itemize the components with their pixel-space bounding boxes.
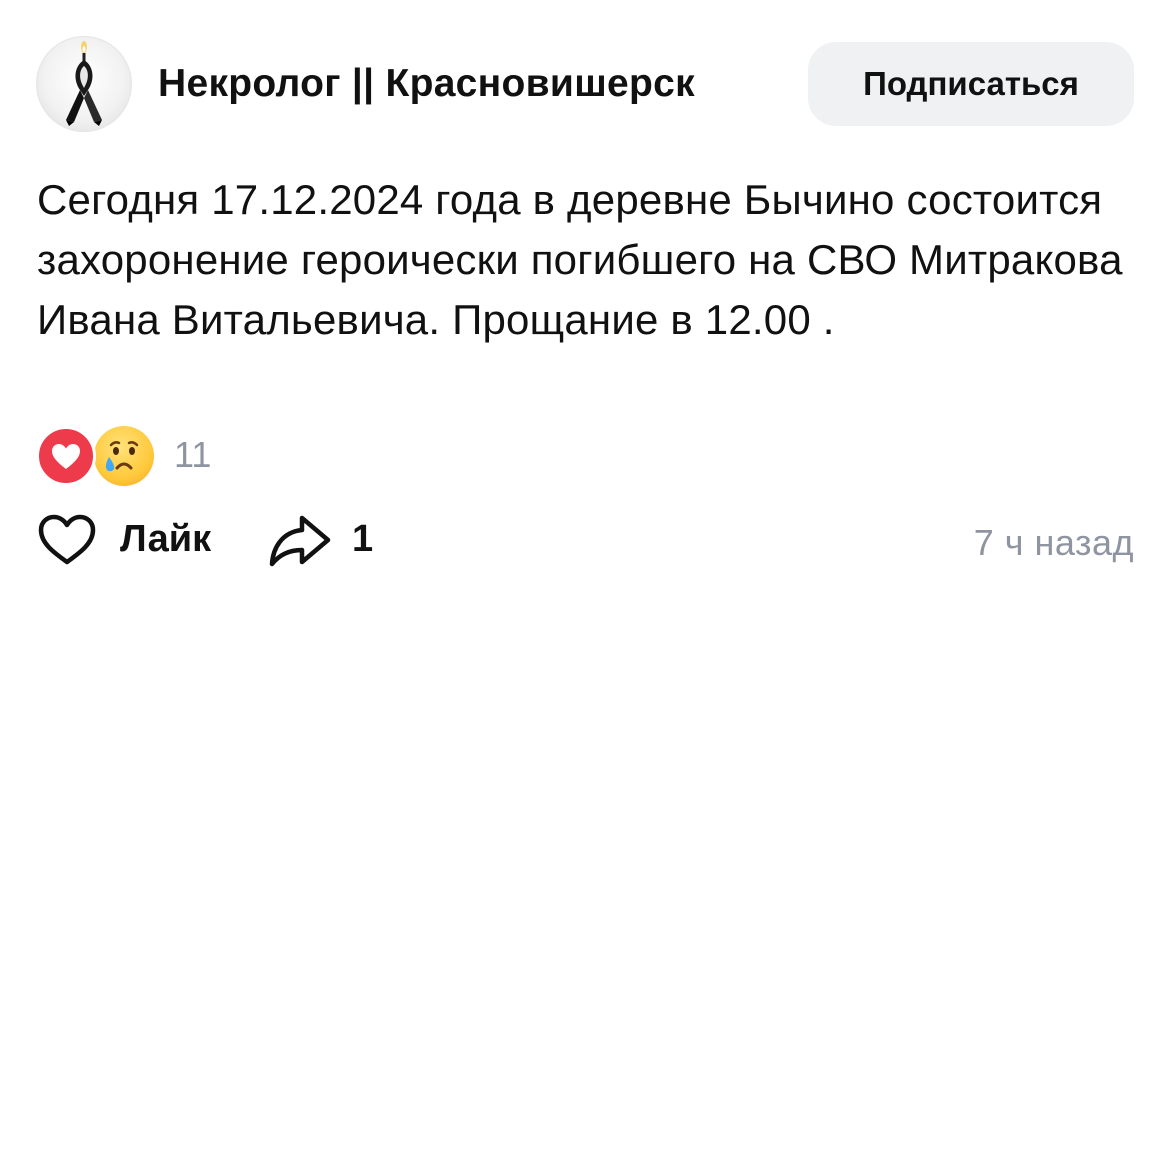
crying-reaction	[94, 426, 154, 486]
heart-icon	[52, 444, 80, 469]
post-text: Сегодня 17.12.2024 года в деревне Бычино…	[37, 176, 1123, 343]
like-button[interactable]: Лайк	[120, 518, 211, 561]
share-arrow-icon[interactable]	[268, 512, 332, 568]
post-header: Некролог || Красновишерск Подписаться	[36, 36, 1134, 132]
post-actions: Лайк 1 7 ч назад	[36, 512, 1134, 572]
subscribe-button[interactable]: Подписаться	[808, 42, 1134, 126]
channel-avatar[interactable]	[36, 36, 132, 132]
channel-name[interactable]: Некролог || Красновишерск	[158, 62, 695, 106]
heart-outline-icon[interactable]	[36, 512, 98, 568]
reaction-count: 11	[174, 434, 212, 475]
post-card: Некролог || Красновишерск Подписаться Се…	[0, 0, 1170, 1151]
heart-reaction	[36, 426, 96, 486]
black-mourning-ribbon-candle-icon	[66, 41, 102, 126]
crying-face-icon	[105, 441, 139, 472]
share-count: 1	[352, 518, 374, 560]
post-timestamp: 7 ч назад	[973, 522, 1134, 563]
